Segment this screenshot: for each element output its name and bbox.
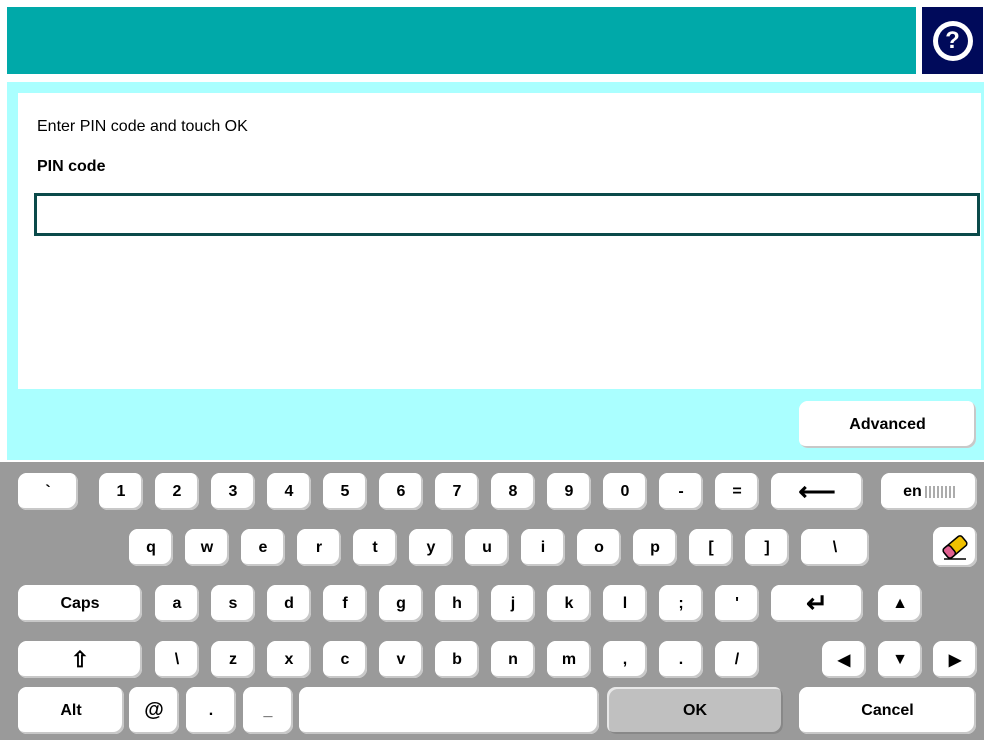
key-p[interactable]: p <box>633 529 677 566</box>
key-2[interactable]: 2 <box>155 473 199 510</box>
language-label: en <box>903 482 922 500</box>
eraser-icon <box>942 535 968 560</box>
alt-key[interactable]: Alt <box>18 687 124 734</box>
shift-icon: ⇧ <box>70 646 90 672</box>
key-m[interactable]: m <box>547 641 591 678</box>
right-arrow-icon: ▶ <box>948 651 962 669</box>
pin-code-label: PIN code <box>37 158 106 175</box>
advanced-button[interactable]: Advanced <box>799 401 976 448</box>
key-left-bracket[interactable]: [ <box>689 529 733 566</box>
key-minus[interactable]: - <box>659 473 703 510</box>
title-bar <box>7 7 916 74</box>
key-j[interactable]: j <box>491 585 535 622</box>
key-equals[interactable]: = <box>715 473 759 510</box>
right-arrow-key[interactable]: ▶ <box>933 641 977 678</box>
key-l[interactable]: l <box>603 585 647 622</box>
down-arrow-key[interactable]: ▼ <box>878 641 922 678</box>
enter-icon: ↵ <box>806 588 828 618</box>
key-backtick[interactable]: ` <box>18 473 78 510</box>
key-semicolon[interactable]: ; <box>659 585 703 622</box>
key-at[interactable]: @ <box>129 687 179 734</box>
key-d[interactable]: d <box>267 585 311 622</box>
key-4[interactable]: 4 <box>267 473 311 510</box>
backspace-key[interactable]: ⟵ <box>771 473 863 510</box>
key-e[interactable]: e <box>241 529 285 566</box>
help-button[interactable]: ? <box>922 7 983 74</box>
key-a[interactable]: a <box>155 585 199 622</box>
key-f[interactable]: f <box>323 585 367 622</box>
down-arrow-icon: ▼ <box>892 650 908 668</box>
key-slash[interactable]: / <box>715 641 759 678</box>
pin-code-input[interactable] <box>34 193 980 236</box>
key-u[interactable]: u <box>465 529 509 566</box>
language-key[interactable]: en <box>881 473 977 510</box>
key-5[interactable]: 5 <box>323 473 367 510</box>
key-backslash[interactable]: \ <box>801 529 869 566</box>
key-k[interactable]: k <box>547 585 591 622</box>
key-n[interactable]: n <box>491 641 535 678</box>
key-backslash-2[interactable]: \ <box>155 641 199 678</box>
left-arrow-icon: ◀ <box>837 651 851 669</box>
key-q[interactable]: q <box>129 529 173 566</box>
cancel-button[interactable]: Cancel <box>799 687 976 734</box>
key-c[interactable]: c <box>323 641 367 678</box>
key-z[interactable]: z <box>211 641 255 678</box>
key-period[interactable]: . <box>659 641 703 678</box>
ok-button[interactable]: OK <box>607 687 783 734</box>
key-b[interactable]: b <box>435 641 479 678</box>
key-6[interactable]: 6 <box>379 473 423 510</box>
key-g[interactable]: g <box>379 585 423 622</box>
key-quote[interactable]: ' <box>715 585 759 622</box>
key-y[interactable]: y <box>409 529 453 566</box>
key-right-bracket[interactable]: ] <box>745 529 789 566</box>
up-arrow-key[interactable]: ▲ <box>878 585 922 622</box>
caps-lock-key[interactable]: Caps <box>18 585 142 622</box>
key-3[interactable]: 3 <box>211 473 255 510</box>
key-v[interactable]: v <box>379 641 423 678</box>
spacebar[interactable] <box>299 687 599 734</box>
key-o[interactable]: o <box>577 529 621 566</box>
key-8[interactable]: 8 <box>491 473 535 510</box>
keyboard-layout-icon <box>924 485 955 498</box>
up-arrow-icon: ▲ <box>892 594 908 612</box>
help-icon: ? <box>932 20 973 61</box>
key-dot[interactable]: . <box>186 687 236 734</box>
key-t[interactable]: t <box>353 529 397 566</box>
key-x[interactable]: x <box>267 641 311 678</box>
key-r[interactable]: r <box>297 529 341 566</box>
key-7[interactable]: 7 <box>435 473 479 510</box>
backspace-arrow-icon: ⟵ <box>798 476 836 506</box>
key-i[interactable]: i <box>521 529 565 566</box>
left-arrow-key[interactable]: ◀ <box>822 641 866 678</box>
key-0[interactable]: 0 <box>603 473 647 510</box>
key-w[interactable]: w <box>185 529 229 566</box>
key-9[interactable]: 9 <box>547 473 591 510</box>
shift-key[interactable]: ⇧ <box>18 641 142 678</box>
key-s[interactable]: s <box>211 585 255 622</box>
enter-key[interactable]: ↵ <box>771 585 863 622</box>
key-h[interactable]: h <box>435 585 479 622</box>
clear-key[interactable] <box>933 527 977 567</box>
form-area <box>18 93 981 389</box>
instruction-text: Enter PIN code and touch OK <box>37 118 248 135</box>
key-1[interactable]: 1 <box>99 473 143 510</box>
key-underscore[interactable]: _ <box>243 687 293 734</box>
key-comma[interactable]: , <box>603 641 647 678</box>
